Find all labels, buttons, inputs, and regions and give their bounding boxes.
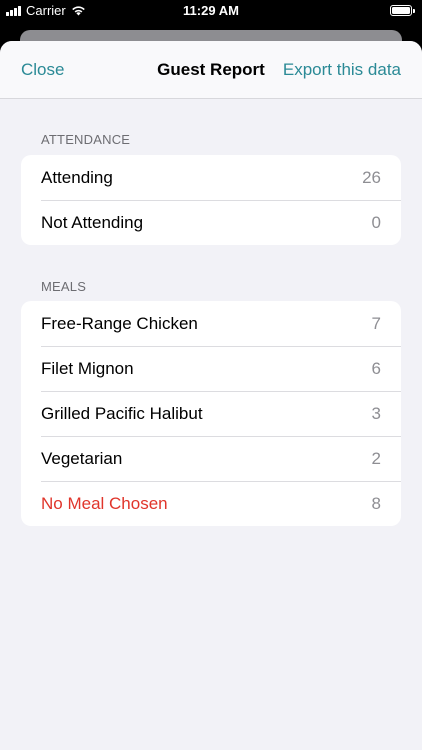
attendance-section-header: ATTENDANCE (41, 132, 131, 147)
battery-icon (390, 5, 415, 16)
status-bar: Carrier 11:29 AM (0, 0, 422, 22)
row-label: Filet Mignon (41, 358, 134, 378)
meal-row-filet-mignon[interactable]: Filet Mignon 6 (21, 346, 401, 391)
export-data-button[interactable]: Export this data (283, 60, 401, 80)
meals-section-header: MEALS (41, 279, 87, 294)
meal-row-vegetarian[interactable]: Vegetarian 2 (21, 436, 401, 481)
row-label: Free-Range Chicken (41, 313, 198, 333)
status-time: 11:29 AM (183, 3, 239, 18)
row-label: Attending (41, 167, 113, 187)
guest-report-sheet: Close Guest Report Export this data ATTE… (0, 41, 422, 750)
row-count: 0 (371, 212, 381, 232)
meal-row-grilled-pacific-halibut[interactable]: Grilled Pacific Halibut 3 (21, 391, 401, 436)
row-count: 3 (371, 403, 381, 423)
meal-row-no-meal-chosen[interactable]: No Meal Chosen 8 (21, 481, 401, 526)
row-count: 2 (371, 448, 381, 468)
row-label: Not Attending (41, 212, 144, 232)
row-label: Grilled Pacific Halibut (41, 403, 203, 423)
row-count: 8 (371, 493, 381, 513)
attendance-row-attending[interactable]: Attending 26 (21, 155, 401, 200)
row-label: Vegetarian (41, 448, 123, 468)
meal-row-free-range-chicken[interactable]: Free-Range Chicken 7 (21, 301, 401, 346)
attendance-row-not-attending[interactable]: Not Attending 0 (21, 200, 401, 245)
row-count: 26 (362, 167, 381, 187)
row-count: 6 (371, 358, 381, 378)
attendance-group: Attending 26 Not Attending 0 (21, 155, 401, 245)
row-label: No Meal Chosen (41, 493, 168, 513)
meals-group: Free-Range Chicken 7 Filet Mignon 6 Gril… (21, 301, 401, 526)
navigation-bar: Close Guest Report Export this data (0, 41, 422, 99)
row-count: 7 (371, 313, 381, 333)
